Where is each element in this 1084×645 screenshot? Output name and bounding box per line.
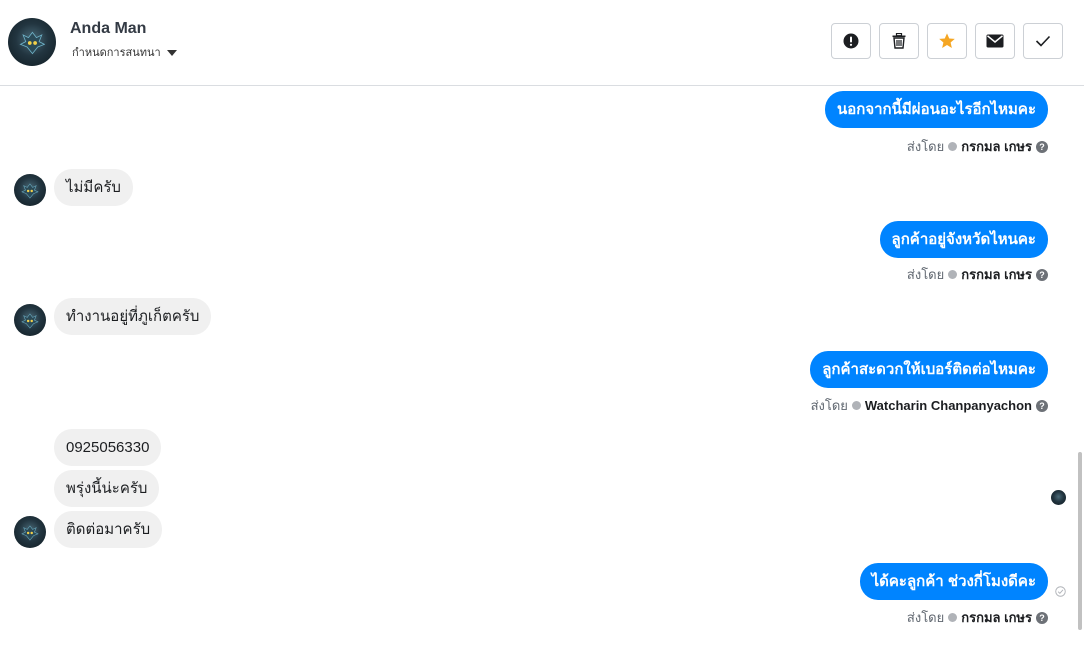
outgoing-message[interactable]: นอกจากนี้มีผ่อนอะไรอีกไหมคะ — [825, 91, 1048, 128]
sent-by-label: ส่งโดย — [906, 610, 945, 625]
avatar-figure-icon — [21, 525, 39, 541]
incoming-message[interactable]: 0925056330 — [54, 429, 162, 466]
delivered-check-icon — [1055, 586, 1066, 597]
star-button[interactable] — [927, 23, 967, 59]
conversation-header: Anda Man กำหนดการสนทนา — [0, 0, 1084, 86]
outgoing-message[interactable]: ลูกค้าสะดวกให้เบอร์ติดต่อไหมคะ — [810, 351, 1048, 388]
incoming-message[interactable]: พรุ่งนี้น่ะครับ — [54, 470, 160, 507]
sender-name: กรกมล เกษร — [961, 139, 1032, 154]
avatar-figure-icon — [19, 32, 45, 55]
sent-by-line: ส่งโดย กรกมล เกษร ? — [907, 607, 1048, 628]
sender-avatar — [14, 174, 46, 206]
verified-dot-icon — [948, 270, 958, 279]
help-icon[interactable]: ? — [1036, 140, 1048, 153]
sender-name: Watcharin Chanpanyachon — [864, 398, 1032, 413]
sent-by-line: ส่งโดย กรกมล เกษร ? — [907, 136, 1048, 157]
sender-name: กรกมล เกษร — [961, 267, 1032, 282]
help-icon[interactable]: ? — [1036, 399, 1048, 412]
mark-unread-button[interactable] — [975, 23, 1015, 59]
verified-dot-icon — [851, 401, 861, 410]
avatar-figure-icon — [21, 313, 39, 329]
scrollbar-thumb[interactable] — [1078, 452, 1082, 630]
outgoing-message[interactable]: ได้คะลูกค้า ช่วงกี่โมงดีคะ — [859, 563, 1048, 600]
star-icon — [939, 33, 955, 48]
caret-down-icon — [166, 50, 177, 56]
outgoing-message[interactable]: ลูกค้าอยู่จังหวัดไหนคะ — [879, 221, 1048, 258]
incoming-message[interactable]: ไม่มีครับ — [54, 169, 133, 206]
delete-button[interactable] — [879, 23, 919, 59]
sender-avatar — [14, 304, 46, 336]
report-button[interactable] — [831, 23, 871, 59]
sent-by-label: ส่งโดย — [906, 139, 945, 154]
mark-done-button[interactable] — [1023, 23, 1063, 59]
verified-dot-icon — [948, 613, 958, 622]
check-icon — [1035, 35, 1051, 47]
help-icon[interactable]: ? — [1036, 611, 1048, 624]
sender-name: กรกมล เกษร — [961, 610, 1032, 625]
sent-by-line: ส่งโดย Watcharin Chanpanyachon ? — [811, 395, 1048, 416]
trash-icon — [892, 33, 906, 49]
sent-by-line: ส่งโดย กรกมล เกษร ? — [907, 264, 1048, 285]
incoming-message[interactable]: ติดต่อมาครับ — [54, 511, 163, 548]
seen-by-avatar — [1051, 490, 1066, 505]
alert-icon — [843, 33, 859, 49]
sender-avatar — [14, 516, 46, 548]
incoming-message[interactable]: ทำงานอยู่ที่ภูเก็ตครับ — [54, 298, 212, 335]
conversation-settings-dropdown[interactable]: กำหนดการสนทนา — [72, 43, 177, 61]
envelope-icon — [986, 34, 1004, 48]
sent-by-label: ส่งโดย — [906, 267, 945, 282]
conversation-settings-label: กำหนดการสนทนา — [72, 46, 161, 59]
contact-avatar[interactable] — [8, 18, 56, 66]
sent-by-label: ส่งโดย — [810, 398, 848, 413]
avatar-figure-icon — [21, 183, 39, 199]
verified-dot-icon — [948, 142, 958, 151]
help-icon[interactable]: ? — [1036, 268, 1048, 281]
contact-name[interactable]: Anda Man — [70, 20, 146, 38]
